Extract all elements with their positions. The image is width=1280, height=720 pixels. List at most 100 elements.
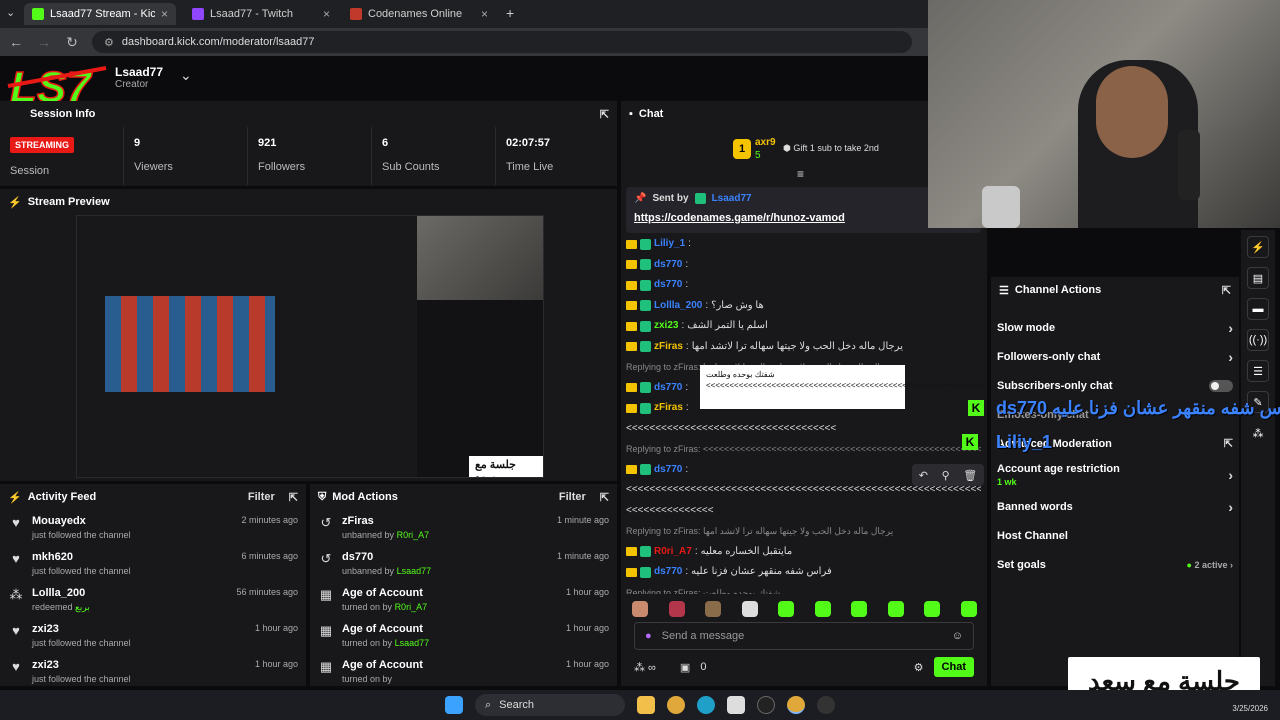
subscribers-only-toggle[interactable] bbox=[1209, 379, 1233, 392]
chat-message[interactable]: <<<<<<<<<<<<<<< bbox=[626, 501, 981, 522]
stream-preview-video[interactable]: جلسة مع سعد bbox=[76, 215, 544, 478]
emote-icon[interactable] bbox=[741, 601, 758, 617]
taskbar-search[interactable]: ⌕ Search bbox=[475, 694, 625, 716]
chrome-icon[interactable] bbox=[667, 696, 685, 714]
chat-username[interactable]: zxi23 bbox=[654, 316, 678, 336]
chat-username[interactable]: ds770 bbox=[654, 255, 682, 275]
broadcast-icon[interactable]: ((·)) bbox=[1247, 329, 1269, 351]
feed-user[interactable]: zxi23 bbox=[32, 659, 247, 671]
chat-reply-context[interactable]: Replying to zFiras: يرجال ماله دخل الحب … bbox=[626, 521, 981, 542]
edge-icon[interactable] bbox=[697, 696, 715, 714]
tab-codenames[interactable]: Codenames Online × bbox=[342, 3, 496, 25]
tab-menu-button[interactable]: ⌄ bbox=[6, 6, 15, 19]
action-banned-words[interactable]: Banned words › bbox=[991, 492, 1239, 521]
points-icon[interactable]: ⁂ ∞ bbox=[634, 661, 656, 674]
reload-icon[interactable]: ↻ bbox=[64, 34, 80, 51]
chat-username[interactable]: ds770 bbox=[654, 378, 682, 398]
list-icon[interactable]: ☰ bbox=[1247, 360, 1269, 382]
site-info-icon[interactable]: ⚙ bbox=[104, 36, 114, 49]
feed-user[interactable]: Mouayedx bbox=[32, 515, 233, 527]
obs-icon[interactable] bbox=[817, 696, 835, 714]
emote-icon[interactable] bbox=[632, 601, 648, 617]
filter-button[interactable]: Filter bbox=[248, 491, 275, 503]
app-icon[interactable] bbox=[757, 696, 775, 714]
forward-icon[interactable]: → bbox=[36, 34, 52, 50]
mod-by[interactable]: Lsaad77 bbox=[397, 566, 432, 576]
emote-icon[interactable] bbox=[814, 601, 831, 617]
emoji-icon[interactable]: ☺ bbox=[952, 630, 963, 642]
settings-icon[interactable]: ⚙ bbox=[914, 661, 924, 674]
chat-input[interactable]: ● Send a message ☺ bbox=[634, 622, 974, 650]
emote-icon[interactable] bbox=[924, 601, 941, 617]
mod-target[interactable]: Age of Account bbox=[342, 659, 558, 671]
chat-message[interactable]: Liliy_1: bbox=[626, 234, 981, 255]
chat-message[interactable]: zxi23: اسلم يا التمر الشف bbox=[626, 316, 981, 337]
chat-message[interactable]: ds770: bbox=[626, 275, 981, 296]
feed-user[interactable]: mkh620 bbox=[32, 551, 233, 563]
chat-username[interactable]: ds770 bbox=[654, 460, 682, 480]
chevron-down-icon[interactable]: ⌄ bbox=[180, 67, 192, 84]
store-icon[interactable] bbox=[727, 696, 745, 714]
close-icon[interactable]: × bbox=[481, 7, 488, 21]
emote-icon[interactable] bbox=[668, 601, 685, 617]
mic-icon[interactable]: ● bbox=[645, 630, 652, 642]
mod-by[interactable]: R0ri_A7 bbox=[397, 530, 430, 540]
more-icon[interactable]: ⁂ bbox=[1247, 422, 1269, 444]
url-field[interactable]: ⚙ dashboard.kick.com/moderator/lsaad77 bbox=[92, 31, 912, 53]
chat-username[interactable]: zFiras bbox=[654, 398, 683, 418]
chat-username[interactable]: zFiras bbox=[654, 337, 683, 357]
popout-icon[interactable]: ⇱ bbox=[600, 491, 609, 504]
chrome-active-icon[interactable] bbox=[787, 696, 805, 714]
chat-username[interactable]: R0ri_A7 bbox=[654, 542, 692, 562]
lightning-icon[interactable]: ⚡ bbox=[1247, 236, 1269, 258]
filter-button[interactable]: Filter bbox=[559, 491, 586, 503]
pin-icon[interactable]: ⚲ bbox=[942, 469, 950, 482]
undo-icon[interactable]: ↶ bbox=[919, 469, 928, 482]
trash-icon[interactable]: 🗑 bbox=[963, 469, 977, 482]
popout-icon[interactable]: ⇱ bbox=[600, 108, 609, 121]
collapse-icon[interactable]: ≡ bbox=[797, 167, 804, 181]
gift-sub-prompt[interactable]: ⬢ Gift 1 sub to take 2nd bbox=[783, 143, 879, 154]
gift-icon[interactable]: ▣ bbox=[680, 661, 690, 674]
new-tab-button[interactable]: + bbox=[506, 5, 514, 21]
tab-twitch[interactable]: Lsaad77 - Twitch × bbox=[184, 3, 338, 25]
chat-message[interactable]: zFiras: يرجال ماله دخل الحب ولا جيتها سها… bbox=[626, 337, 981, 358]
action-slow-mode[interactable]: Slow mode › bbox=[991, 313, 1239, 342]
chat-username[interactable]: Lollla_200 bbox=[654, 296, 702, 316]
mod-target[interactable]: Age of Account bbox=[342, 623, 558, 635]
back-icon[interactable]: ← bbox=[8, 34, 24, 50]
popout-icon[interactable]: ⇱ bbox=[1222, 284, 1231, 297]
action-host-channel[interactable]: Host Channel bbox=[991, 521, 1239, 550]
mod-target[interactable]: ds770 bbox=[342, 551, 549, 563]
emote-icon[interactable] bbox=[960, 601, 977, 617]
close-icon[interactable]: × bbox=[323, 7, 330, 21]
chat-username[interactable]: ds770 bbox=[654, 275, 682, 295]
popout-icon[interactable]: ⇱ bbox=[289, 491, 298, 504]
tab-kick-dashboard[interactable]: Lsaad77 Stream - Kick Dashboa × bbox=[24, 3, 176, 25]
action-set-goals[interactable]: Set goals ● 2 active › bbox=[991, 550, 1239, 579]
chat-username[interactable]: Liliy_1 bbox=[654, 234, 685, 254]
emote-icon[interactable] bbox=[851, 601, 868, 617]
chat-username[interactable]: ds770 bbox=[654, 562, 682, 582]
emote-icon[interactable] bbox=[887, 601, 904, 617]
chat-message[interactable]: R0ri_A7: مايتقبل الخساره معليه bbox=[626, 542, 981, 563]
emote-icon[interactable] bbox=[705, 601, 722, 617]
chat-bubble-icon[interactable]: ▬ bbox=[1247, 298, 1269, 320]
action-account-age[interactable]: Account age restriction 1 wk › bbox=[991, 458, 1239, 492]
chat-message[interactable]: Lollla_200: ها وش صار؟ bbox=[626, 296, 981, 317]
mod-by[interactable]: Lsaad77 bbox=[395, 638, 430, 648]
pinned-by[interactable]: Lsaad77 bbox=[712, 193, 752, 204]
notes-icon[interactable]: ▤ bbox=[1247, 267, 1269, 289]
feed-user[interactable]: zxi23 bbox=[32, 623, 247, 635]
chat-reply-context[interactable]: Replying to zFiras: شفتك بوحده وطلعت bbox=[626, 583, 981, 594]
mod-by[interactable]: R0ri_A7 bbox=[395, 602, 428, 612]
feed-user[interactable]: Lollla_200 bbox=[32, 587, 228, 599]
windows-start-icon[interactable] bbox=[445, 696, 463, 714]
file-explorer-icon[interactable] bbox=[637, 696, 655, 714]
chat-reply-context[interactable]: Replying to zFiras: <<<<<<<<<<<<<<<<<<<<… bbox=[626, 439, 981, 460]
pinned-link[interactable]: https://codenames.game/r/hunoz-vamod bbox=[634, 212, 973, 224]
chat-send-button[interactable]: Chat bbox=[933, 657, 974, 677]
chat-message[interactable]: ds770: فراس شفه منقهر عشان فزنا عليه bbox=[626, 562, 981, 583]
action-followers-only[interactable]: Followers-only chat › bbox=[991, 342, 1239, 371]
top-user[interactable]: axr9 bbox=[755, 137, 776, 148]
